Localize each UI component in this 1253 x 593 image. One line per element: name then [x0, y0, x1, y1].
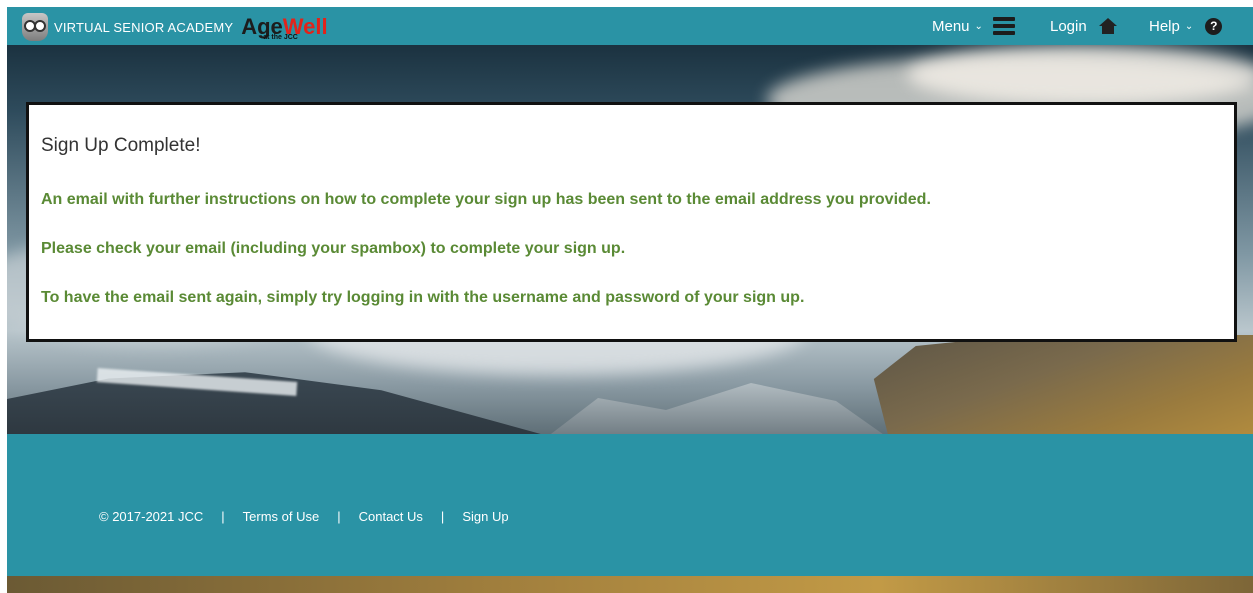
separator: | — [337, 509, 341, 524]
hamburger-icon — [992, 17, 1015, 35]
help-button[interactable]: Help ⌄ ? — [1149, 7, 1223, 45]
agewell-logo: AgeWell at the JCC — [241, 14, 328, 42]
mountain — [547, 383, 887, 437]
page-title: Sign Up Complete! — [41, 135, 201, 156]
copyright-text: © 2017-2021 JCC — [99, 509, 204, 524]
chevron-down-icon: ⌄ — [974, 20, 983, 32]
footer: © 2017-2021 JCC | Terms of Use | Contact… — [7, 434, 1253, 576]
info-message: An email with further instructions on ho… — [41, 191, 931, 208]
login-label: Login — [1050, 17, 1087, 35]
login-button[interactable]: Login — [1050, 7, 1117, 45]
menu-button[interactable]: Menu ⌄ — [932, 7, 1015, 45]
contact-us-link[interactable]: Contact Us — [359, 509, 423, 524]
top-nav-bar: VIRTUAL SENIOR ACADEMY AgeWell at the JC… — [7, 7, 1253, 45]
cliff — [873, 335, 1253, 445]
separator: | — [221, 509, 225, 524]
menu-label: Menu — [932, 17, 970, 35]
signup-complete-panel: Sign Up Complete! An email with further … — [26, 102, 1237, 342]
footer-links: © 2017-2021 JCC | Terms of Use | Contact… — [99, 509, 509, 524]
brand-text: VIRTUAL SENIOR ACADEMY — [54, 19, 234, 35]
info-message: To have the email sent again, simply try… — [41, 289, 805, 306]
help-label: Help — [1149, 17, 1180, 35]
brand-logo[interactable]: VIRTUAL SENIOR ACADEMY AgeWell at the JC… — [22, 13, 328, 41]
separator: | — [440, 509, 445, 524]
sign-up-link[interactable]: Sign Up — [462, 509, 508, 524]
info-message: Please check your email (including your … — [41, 240, 626, 257]
terms-of-use-link[interactable]: Terms of Use — [243, 509, 320, 524]
cloud — [907, 45, 1253, 105]
chevron-down-icon: ⌄ — [1184, 20, 1194, 32]
owl-logo-icon — [22, 13, 48, 41]
help-icon: ? — [1205, 17, 1223, 35]
home-icon — [1098, 18, 1117, 34]
